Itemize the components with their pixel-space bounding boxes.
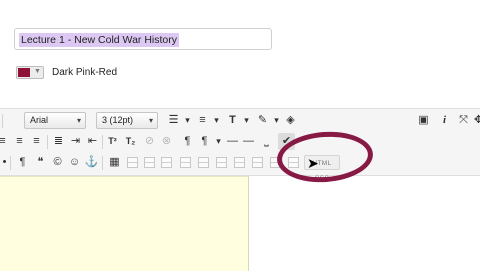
separator bbox=[2, 114, 3, 128]
table-split-icon[interactable] bbox=[234, 157, 245, 168]
chevron-down-icon[interactable]: ▾ bbox=[208, 112, 225, 129]
table-row-after-icon[interactable] bbox=[144, 157, 155, 168]
toolbar-row-1: Arial ▾ 3 (12pt) ▾ ☰ ▾ ≡ ▾ T ▾ ✎ ▾ ◈ ▣ i… bbox=[0, 111, 480, 131]
align-left-icon[interactable]: ≡ bbox=[0, 133, 11, 150]
editor-content-area[interactable] bbox=[0, 176, 249, 271]
title-input-value: Lecture 1 - New Cold War History bbox=[19, 33, 179, 47]
toolbar-row-2: ≡ ≡ ≡ ≣ ⇥ ⇤ T² T₂ ⊘ ⊗ ¶ ¶ ▾ — — ⎵ ✔ bbox=[0, 132, 480, 152]
separator bbox=[102, 156, 103, 170]
font-size-value: 3 (12pt) bbox=[102, 115, 134, 125]
justify-icon[interactable]: ≣ bbox=[50, 133, 67, 150]
align-center-icon[interactable]: ≡ bbox=[11, 133, 28, 150]
table-col-after-icon[interactable] bbox=[198, 157, 209, 168]
quote-icon[interactable]: ❝ bbox=[32, 154, 49, 171]
table-delete-col-icon[interactable] bbox=[216, 157, 227, 168]
cursor-icon: ➤ bbox=[307, 155, 319, 171]
table-merge-icon[interactable] bbox=[252, 157, 263, 168]
copyright-icon[interactable]: © bbox=[49, 154, 66, 171]
chevron-down-icon: ▾ bbox=[148, 116, 153, 125]
anchor-icon[interactable]: ⚓ bbox=[83, 154, 100, 171]
color-swatch bbox=[18, 68, 30, 77]
font-family-select[interactable]: Arial ▾ bbox=[24, 112, 86, 129]
title-input[interactable]: Lecture 1 - New Cold War History bbox=[14, 28, 272, 50]
font-size-select[interactable]: 3 (12pt) ▾ bbox=[96, 112, 158, 129]
nbsp-icon[interactable]: ⎵ bbox=[258, 133, 275, 150]
hr-alt-icon[interactable]: — bbox=[240, 133, 257, 150]
smiley-icon[interactable]: ☺ bbox=[66, 154, 83, 171]
hr-icon[interactable]: — bbox=[224, 133, 241, 150]
eraser-icon[interactable]: ◈ bbox=[282, 112, 299, 129]
table-delete-row-icon[interactable] bbox=[161, 157, 172, 168]
paragraph-mark-icon[interactable]: ¶ bbox=[179, 133, 196, 150]
superscript-icon[interactable]: T² bbox=[104, 133, 121, 150]
link-icon[interactable]: ⊘ bbox=[141, 133, 158, 150]
paragraph-icon[interactable]: ¶ bbox=[14, 154, 31, 171]
separator bbox=[10, 156, 11, 170]
color-label: Dark Pink-Red bbox=[52, 67, 118, 78]
chevron-down-icon[interactable]: ▾ bbox=[238, 112, 255, 129]
indent-icon[interactable]: ⇥ bbox=[67, 133, 84, 150]
preview-icon[interactable]: ▣ bbox=[415, 112, 432, 129]
font-family-value: Arial bbox=[30, 115, 49, 125]
editor-toolbar: Arial ▾ 3 (12pt) ▾ ☰ ▾ ≡ ▾ T ▾ ✎ ▾ ◈ ▣ i… bbox=[0, 108, 480, 182]
arrows-icon[interactable]: ✥ bbox=[470, 112, 480, 129]
outdent-icon[interactable]: ⇤ bbox=[84, 133, 101, 150]
unlink-icon[interactable]: ⊗ bbox=[158, 133, 175, 150]
align-right-icon[interactable]: ≡ bbox=[28, 133, 45, 150]
table-col-before-icon[interactable] bbox=[180, 157, 191, 168]
subscript-icon[interactable]: T₂ bbox=[122, 133, 139, 150]
table-row-before-icon[interactable] bbox=[127, 157, 138, 168]
info-icon[interactable]: i bbox=[436, 112, 453, 129]
table-icon[interactable]: ▦ bbox=[106, 154, 123, 171]
chevron-down-icon: ▾ bbox=[76, 116, 81, 125]
separator bbox=[47, 135, 48, 149]
chevron-down-icon: ▼ bbox=[34, 68, 41, 75]
color-swatch-button[interactable]: ▼ bbox=[16, 66, 44, 79]
toolbar-row-3: • ¶ ❝ © ☺ ⚓ ▦ HTML CSS bbox=[0, 153, 480, 182]
emoticon-icon[interactable]: • bbox=[0, 154, 13, 171]
separator bbox=[102, 135, 103, 149]
